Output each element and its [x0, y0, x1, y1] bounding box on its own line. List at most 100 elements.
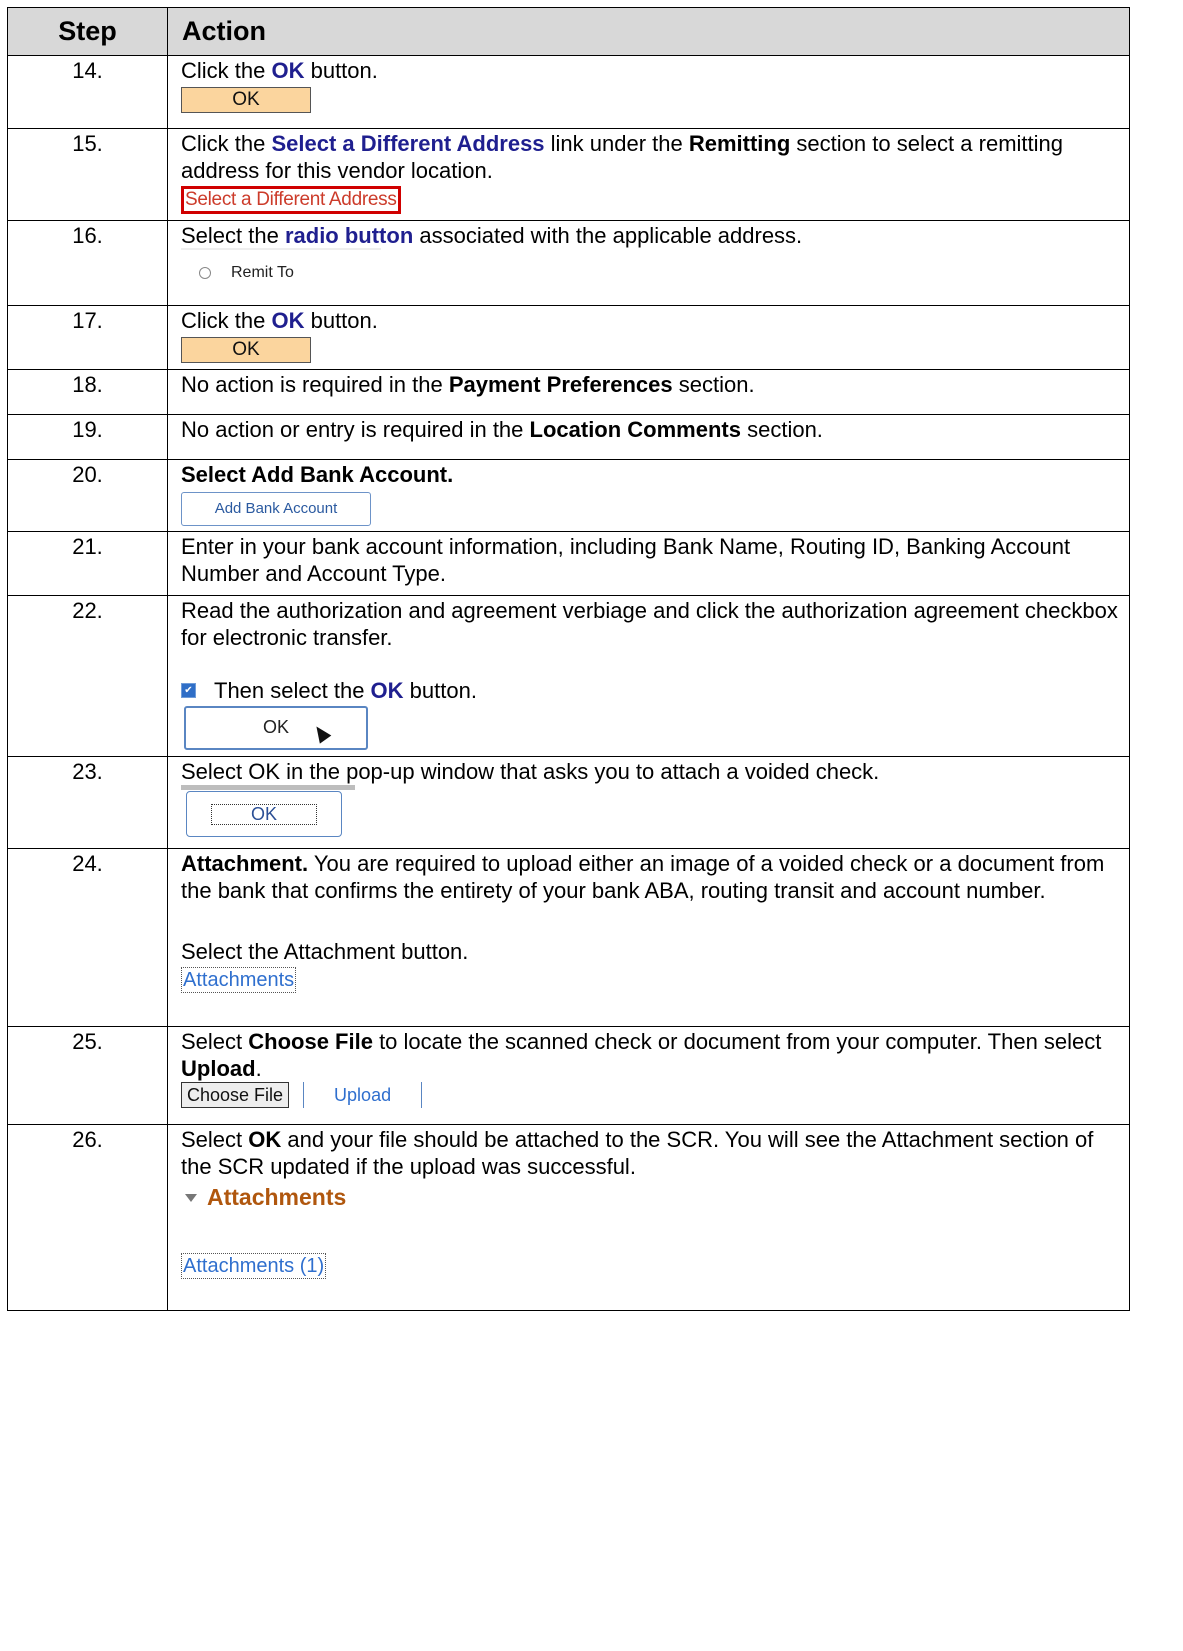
file-upload-image: Choose File Upload [181, 1082, 1119, 1108]
table-row: 22. Read the authorization and agreement… [7, 595, 1130, 757]
step-number: 18. [7, 369, 168, 415]
emphasis: Attachment. [181, 851, 309, 876]
table-row: 14. Click the OK button. OK [7, 55, 1130, 129]
table-row: 21. Enter in your bank account informati… [7, 531, 1130, 596]
select-different-address-link-image: Select a Different Address [181, 186, 401, 214]
step-number: 20. [7, 459, 168, 532]
text: Enter in your bank account information, … [181, 534, 1071, 586]
text: link under the [544, 131, 689, 156]
emphasis: Remitting [688, 131, 791, 156]
text: Then select the [214, 678, 371, 703]
emphasis: Location Comments [529, 417, 741, 442]
emphasis: OK [271, 58, 305, 83]
step-action: Select the radio button associated with … [167, 220, 1130, 306]
table-header-row: Step Action [7, 7, 1130, 56]
step-action: Read the authorization and agreement ver… [167, 595, 1130, 757]
checkbox-line: ✔ Then select the OK button. [181, 677, 1119, 704]
step-column-header: Step [7, 7, 168, 56]
emphasis: Payment Preferences [448, 372, 673, 397]
table-row: 20. Select Add Bank Account. Add Bank Ac… [7, 459, 1130, 532]
ok-button-image: OK [184, 706, 368, 750]
step-number: 17. [7, 305, 168, 370]
step-action: Select OK and your file should be attach… [167, 1124, 1130, 1311]
table-row: 25. Select Choose File to locate the sca… [7, 1026, 1130, 1125]
choose-file-button-image: Choose File [181, 1082, 290, 1108]
table-row: 17. Click the OK button. OK [7, 305, 1130, 370]
text: Select [181, 1127, 249, 1152]
table-row: 16. Select the radio button associated w… [7, 220, 1130, 306]
step-action: Attachment. You are required to upload e… [167, 848, 1130, 1027]
step-number: 23. [7, 756, 168, 849]
text: Select the Attachment button. [181, 939, 469, 964]
upload-button-image: Upload [303, 1082, 423, 1108]
text: button. [403, 678, 477, 703]
ok-button-image: OK [181, 87, 311, 113]
step-number: 16. [7, 220, 168, 306]
step-number: 21. [7, 531, 168, 596]
emphasis: Select Add Bank Account. [181, 462, 454, 487]
emphasis: OK [271, 308, 305, 333]
procedure-table: Step Action 14. Click the OK button. OK … [7, 7, 1130, 1311]
text: You are required to upload either an ima… [181, 851, 1105, 903]
step-number: 14. [7, 55, 168, 129]
step-action: Select Add Bank Account. Add Bank Accoun… [167, 459, 1130, 532]
step-action: Click the Select a Different Address lin… [167, 128, 1130, 221]
text: Select OK in the pop-up window that asks… [181, 759, 880, 784]
text: No action or entry is required in the [181, 417, 530, 442]
table-row: 23. Select OK in the pop-up window that … [7, 756, 1130, 849]
emphasis: Choose File [248, 1029, 373, 1054]
remit-to-radio-image: Remit To [181, 248, 1119, 286]
text: button. [304, 58, 378, 83]
mouse-cursor-icon [310, 722, 332, 744]
table-row: 19. No action or entry is required in th… [7, 414, 1130, 460]
step-number: 26. [7, 1124, 168, 1311]
emphasis: radio button [284, 223, 414, 248]
ok-button-image: OK [186, 791, 342, 837]
step-action: Click the OK button. OK [167, 55, 1130, 129]
action-column-header: Action [167, 7, 1130, 56]
add-bank-account-button-image: Add Bank Account [181, 492, 371, 526]
step-action: Enter in your bank account information, … [167, 531, 1130, 596]
table-row: 26. Select OK and your file should be at… [7, 1124, 1130, 1311]
ok-label: OK [262, 717, 289, 737]
radio-icon [199, 266, 211, 279]
text: to locate the scanned check or document … [372, 1029, 1102, 1054]
step-number: 15. [7, 128, 168, 221]
emphasis: OK [248, 1127, 282, 1152]
table-row: 24. Attachment. You are required to uplo… [7, 848, 1130, 1027]
text: Read the authorization and agreement ver… [181, 598, 1118, 650]
table-row: 18. No action is required in the Payment… [7, 369, 1130, 415]
checkbox-checked-icon: ✔ [181, 683, 196, 698]
text: Select [181, 1029, 249, 1054]
text: Click the [181, 131, 272, 156]
attachments-section-header-image: Attachments [185, 1184, 1119, 1211]
text: No action is required in the [181, 372, 449, 397]
text: . [255, 1056, 262, 1081]
text: section. [740, 417, 823, 442]
emphasis: Upload [181, 1056, 256, 1081]
table-row: 15. Click the Select a Different Address… [7, 128, 1130, 221]
ok-button-image: OK [181, 337, 311, 363]
collapse-triangle-icon [185, 1193, 197, 1202]
ok-label: OK [211, 803, 317, 825]
step-action: Select OK in the pop-up window that asks… [167, 756, 1130, 849]
section-title: Attachments [207, 1184, 347, 1210]
attachments-count-link-image: Attachments (1) [181, 1253, 327, 1279]
text: and your file should be attached to the … [181, 1127, 1094, 1179]
step-action: Click the OK button. OK [167, 305, 1130, 370]
text: Click the [181, 58, 272, 83]
text: button. [304, 308, 378, 333]
step-number: 24. [7, 848, 168, 1027]
step-number: 25. [7, 1026, 168, 1125]
text: Click the [181, 308, 272, 333]
step-action: No action or entry is required in the Lo… [167, 414, 1130, 460]
radio-label: Remit To [231, 264, 294, 281]
step-number: 22. [7, 595, 168, 757]
step-action: No action is required in the Payment Pre… [167, 369, 1130, 415]
emphasis: OK [370, 678, 404, 703]
emphasis: Select a Different Address [271, 131, 545, 156]
popup-ok-image: OK [181, 785, 1119, 837]
text: section. [672, 372, 755, 397]
step-action: Select Choose File to locate the scanned… [167, 1026, 1130, 1125]
text: associated with the applicable address. [413, 223, 803, 248]
